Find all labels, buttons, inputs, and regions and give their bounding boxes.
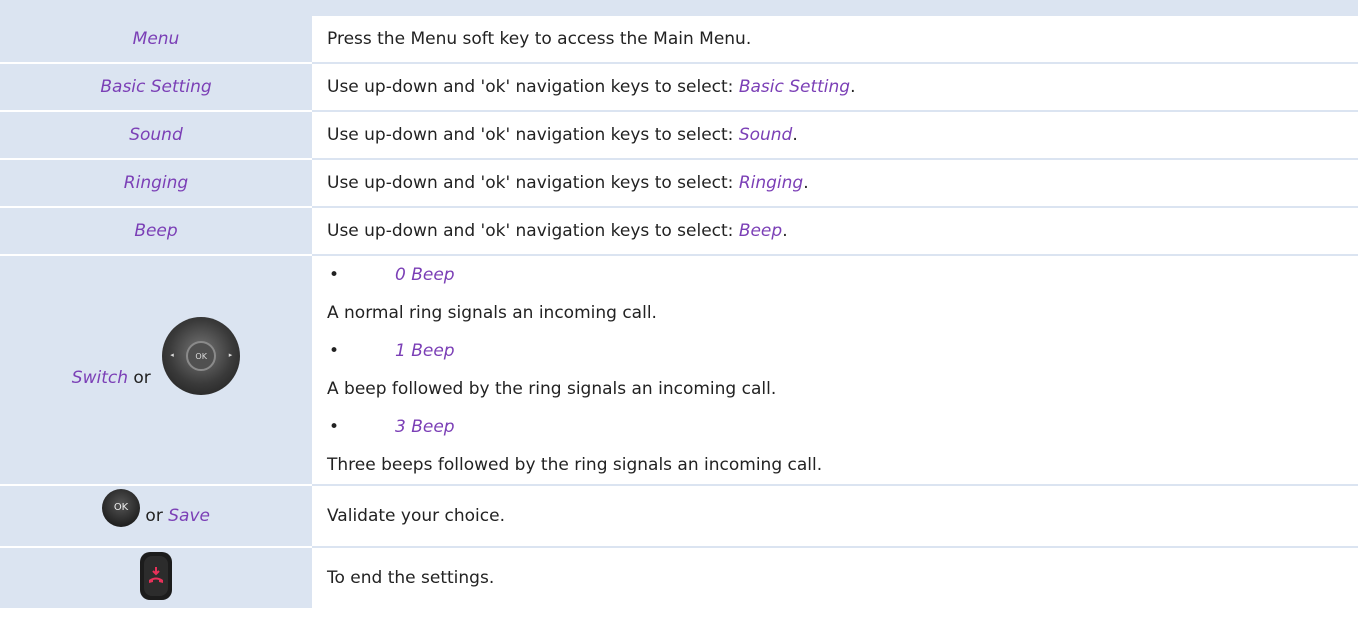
description-cell: Use up-down and 'ok' navigation keys to … bbox=[312, 207, 1358, 256]
action-cell: OK or Save bbox=[0, 485, 312, 548]
description-suffix: . bbox=[792, 125, 798, 145]
description-suffix: . bbox=[850, 77, 856, 97]
description-text: Use up-down and 'ok' navigation keys to … bbox=[327, 221, 739, 241]
action-cell: Basic Setting bbox=[0, 63, 312, 112]
or-text: or bbox=[140, 506, 169, 526]
option-description: A normal ring signals an incoming call. bbox=[327, 303, 657, 323]
description-text: Press the Menu soft key to access the Ma… bbox=[327, 29, 752, 49]
description-key: Ringing bbox=[738, 173, 804, 193]
description-text: Use up-down and 'ok' navigation keys to … bbox=[327, 125, 739, 145]
description-cell: Use up-down and 'ok' navigation keys to … bbox=[312, 111, 1358, 160]
description-text: Use up-down and 'ok' navigation keys to … bbox=[327, 77, 739, 97]
sound-label: Sound bbox=[129, 125, 183, 145]
description-text: To end the settings. bbox=[327, 568, 495, 588]
option-line: • 1 Beep bbox=[327, 332, 1358, 370]
save-softkey-label: Save bbox=[168, 506, 210, 526]
action-cell: Menu bbox=[0, 16, 312, 64]
ringing-label: Ringing bbox=[123, 173, 189, 193]
action-cell bbox=[0, 547, 312, 608]
description-key: Sound bbox=[738, 125, 793, 145]
description-cell: Validate your choice. bbox=[312, 485, 1358, 548]
basic-setting-label: Basic Setting bbox=[100, 77, 212, 97]
option-line: • 0 Beep bbox=[327, 256, 1358, 294]
table-row: Switch or ◂ ▸ OK • 0 Beep A normal ring s… bbox=[0, 255, 1358, 486]
end-call-key-icon bbox=[140, 551, 172, 600]
switch-softkey-label: Switch bbox=[71, 368, 128, 388]
table-row: Basic Setting Use up-down and 'ok' navig… bbox=[0, 63, 1358, 112]
option-description: Three beeps followed by the ring signals… bbox=[327, 455, 823, 475]
table-row: Menu Press the Menu soft key to access t… bbox=[0, 16, 1358, 64]
description-cell: Press the Menu soft key to access the Ma… bbox=[312, 16, 1358, 64]
option-description: A beep followed by the ring signals an i… bbox=[327, 379, 777, 399]
option-line: • 3 Beep bbox=[327, 408, 1358, 446]
table-row: To end the settings. bbox=[0, 547, 1358, 608]
option-label: 1 Beep bbox=[395, 341, 455, 361]
description-cell: • 0 Beep A normal ring signals an incomin… bbox=[312, 255, 1358, 486]
description-cell: Use up-down and 'ok' navigation keys to … bbox=[312, 159, 1358, 208]
or-text: or bbox=[128, 368, 151, 388]
ok-key-icon: OK bbox=[102, 489, 141, 527]
description-text: Use up-down and 'ok' navigation keys to … bbox=[327, 173, 739, 193]
description-suffix: . bbox=[803, 173, 809, 193]
option-label: 3 Beep bbox=[395, 417, 455, 437]
table-row: Beep Use up-down and 'ok' navigation key… bbox=[0, 207, 1358, 256]
table-row: OK or Save Validate your choice. bbox=[0, 485, 1358, 548]
description-cell: Use up-down and 'ok' navigation keys to … bbox=[312, 63, 1358, 112]
action-cell: Ringing bbox=[0, 159, 312, 208]
table-row: Sound Use up-down and 'ok' navigation ke… bbox=[0, 111, 1358, 160]
table-top-band bbox=[0, 0, 1358, 16]
action-cell: Sound bbox=[0, 111, 312, 160]
bullet: • bbox=[329, 417, 340, 437]
description-suffix: . bbox=[782, 221, 788, 241]
menu-softkey-label: Menu bbox=[132, 29, 180, 49]
action-cell: Switch or ◂ ▸ OK bbox=[0, 255, 312, 486]
table-row: Ringing Use up-down and 'ok' navigation … bbox=[0, 159, 1358, 208]
bullet: • bbox=[329, 341, 340, 361]
option-label: 0 Beep bbox=[395, 265, 455, 285]
description-key: Basic Setting bbox=[738, 77, 851, 97]
description-key: Beep bbox=[738, 221, 783, 241]
description-cell: To end the settings. bbox=[312, 547, 1358, 608]
navigator-ok-key-icon: ◂ ▸ OK bbox=[162, 317, 241, 395]
description-text: Validate your choice. bbox=[327, 506, 505, 526]
bullet: • bbox=[329, 265, 340, 285]
beep-label: Beep bbox=[134, 221, 178, 241]
procedure-table: Menu Press the Menu soft key to access t… bbox=[0, 16, 1358, 608]
action-cell: Beep bbox=[0, 207, 312, 256]
